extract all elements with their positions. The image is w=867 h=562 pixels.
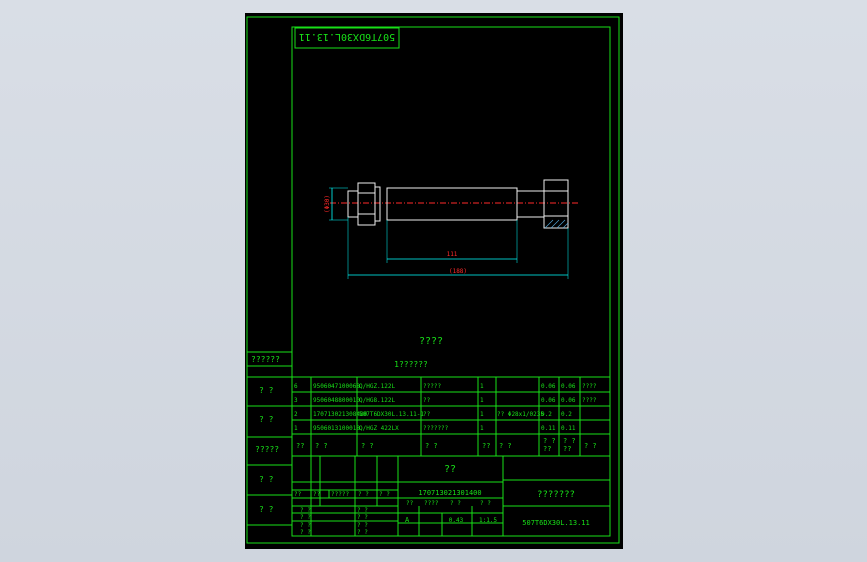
bom-cell-no: 2 bbox=[294, 411, 298, 418]
side-label: ? ? bbox=[300, 507, 311, 514]
bom-header-code: ? ? bbox=[315, 442, 328, 450]
side-label: ? ? bbox=[357, 514, 368, 521]
bom-cell-no: 3 bbox=[294, 397, 298, 404]
title-block-mid-label: ? ? bbox=[450, 500, 461, 507]
bom-cell-qty: 1 bbox=[480, 411, 484, 418]
bom-header-w2: ?? bbox=[563, 445, 571, 453]
bom-cell-w1: 0.06 bbox=[541, 397, 556, 404]
bom-cell-code: 9506048800010 bbox=[313, 397, 360, 404]
bom-cell-w2: 0.11 bbox=[561, 425, 576, 432]
side-label: ? ? bbox=[300, 529, 311, 536]
left-strip bbox=[247, 351, 292, 526]
sign-label: ?? bbox=[294, 491, 302, 498]
side-label: ? ? bbox=[300, 514, 311, 521]
sign-label: ?? bbox=[313, 491, 321, 498]
bom-cell-code: 9506013100018 bbox=[313, 425, 360, 432]
bom-cell-std: 507T6DX30L.13.11-1 bbox=[359, 411, 424, 418]
bom-cell-name: ?? bbox=[423, 411, 431, 418]
title-block-drawing-no: 170713021301400 bbox=[418, 489, 481, 497]
drawing-sheet[interactable]: 507T6DX30L.13.11 (Φ30) 111 (188) ???? 1?… bbox=[245, 13, 623, 549]
left-strip-label: ?????? bbox=[251, 355, 280, 364]
bom-cell-w2: 0.06 bbox=[561, 397, 576, 404]
bom-header-w1: ?? bbox=[543, 445, 551, 453]
cad-viewport[interactable]: 507T6DX30L.13.11 (Φ30) 111 (188) ???? 1?… bbox=[0, 0, 867, 562]
title-block-weight: 0.43 bbox=[449, 517, 464, 524]
dimension-diameter-label: (Φ30) bbox=[324, 195, 331, 213]
bom-cell-no: 1 bbox=[294, 425, 298, 432]
bom-cell-no: 6 bbox=[294, 383, 298, 390]
bom-header-w2: ? ? bbox=[563, 437, 576, 445]
bom-cell-w1: 0.2 bbox=[541, 411, 552, 418]
title-block-mid-label: ? ? bbox=[480, 500, 491, 507]
bom-cell-mat: ?? Φ28x1/0235 bbox=[497, 411, 544, 418]
bom-header-mat: ? ? bbox=[499, 442, 512, 450]
title-block-name: ?? bbox=[444, 464, 456, 475]
bom-header-name: ? ? bbox=[425, 442, 438, 450]
bom-cell-name: ??????? bbox=[423, 425, 449, 432]
bom-cell-w2: 0.06 bbox=[561, 383, 576, 390]
side-label: ? ? bbox=[357, 529, 368, 536]
bom-cell-w1: 0.11 bbox=[541, 425, 556, 432]
left-strip-label: ????? bbox=[255, 445, 279, 454]
side-label: ? ? bbox=[300, 522, 311, 529]
bom-cell-std: Q/HG8.122L bbox=[359, 397, 396, 404]
bom-header-note: ? ? bbox=[584, 442, 597, 450]
inner-frame bbox=[291, 26, 611, 537]
bom-cell-note: ???? bbox=[582, 383, 597, 390]
side-label: ? ? bbox=[357, 522, 368, 529]
bom-cell-code: 9506047100068 bbox=[313, 383, 360, 390]
bom-cell-std: Q/HGZ.122L bbox=[359, 383, 396, 390]
bom-header-std: ? ? bbox=[361, 442, 374, 450]
sign-label: ????? bbox=[331, 491, 349, 498]
outer-frame bbox=[246, 16, 620, 544]
bom-cell-name: ?? bbox=[423, 397, 431, 404]
title-block-mid-label: ?? bbox=[406, 500, 414, 507]
title-block-company: ??????? bbox=[537, 490, 575, 500]
rotated-code-text: 507T6DX30L.13.11 bbox=[299, 31, 395, 42]
sign-label: ? ? bbox=[379, 491, 390, 498]
dimension-inner-length-label: 111 bbox=[447, 251, 458, 258]
bom-cell-qty: 1 bbox=[480, 397, 484, 404]
sign-label: ? ? bbox=[358, 491, 369, 498]
bom-rows: 6 9506047100068 Q/HGZ.122L????? 1 0.06 0.06??… bbox=[294, 383, 597, 453]
bom-cell-note: ???? bbox=[582, 397, 597, 404]
drawing-canvas: 507T6DX30L.13.11 (Φ30) 111 (188) ???? 1?… bbox=[246, 16, 620, 544]
title-block-scale: 1:1.5 bbox=[479, 517, 497, 524]
left-strip-label: ? ? bbox=[259, 475, 274, 484]
side-label: ? ? bbox=[357, 507, 368, 514]
center-note-2: 1?????? bbox=[394, 360, 428, 369]
left-strip-label: ? ? bbox=[259, 415, 274, 424]
bom-cell-qty: 1 bbox=[480, 383, 484, 390]
left-strip-label: ? ? bbox=[259, 505, 274, 514]
bom-cell-name: ????? bbox=[423, 383, 441, 390]
title-block-mid-label: ???? bbox=[424, 500, 439, 507]
bom-cell-std: Q/HGZ 422LX bbox=[359, 425, 399, 432]
title-block-code: 507T6DX30L.13.11 bbox=[522, 519, 589, 527]
part-drawing bbox=[329, 179, 580, 279]
left-strip-label: ? ? bbox=[259, 386, 274, 395]
bom-header-w1: ? ? bbox=[543, 437, 556, 445]
bom-cell-qty: 1 bbox=[480, 425, 484, 432]
bom-header-no: ?? bbox=[296, 442, 304, 450]
bom-cell-w1: 0.06 bbox=[541, 383, 556, 390]
bom-cell-w2: 0.2 bbox=[561, 411, 572, 418]
dimension-total-length-label: (188) bbox=[449, 268, 467, 275]
bom-header-qty: ?? bbox=[482, 442, 490, 450]
center-note-1: ???? bbox=[419, 336, 443, 347]
